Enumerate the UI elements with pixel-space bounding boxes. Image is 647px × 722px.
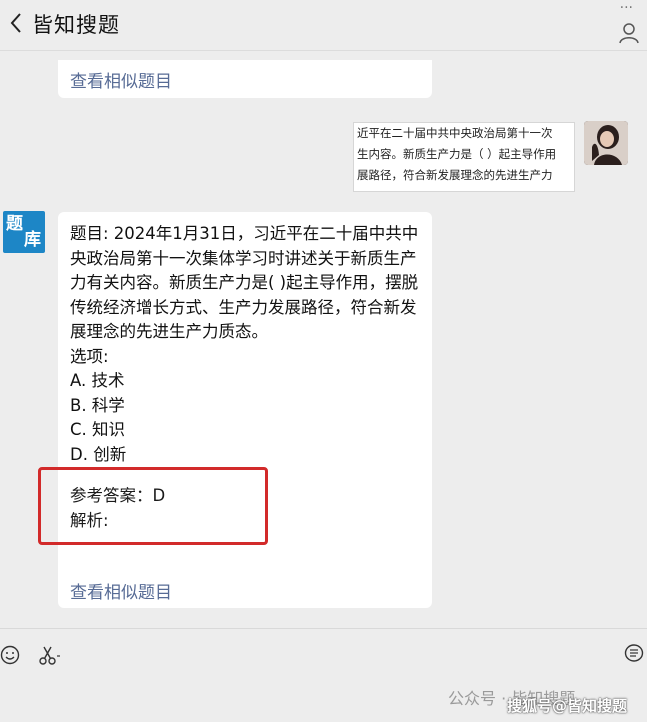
scissors-icon[interactable] [37,644,61,666]
highlight-box [38,467,268,545]
back-arrow-icon[interactable] [6,10,28,36]
image-text-line: 生内容。新质生产力是（ ）起主导作用 [357,147,557,161]
image-text-line: 展路径，符合新发展理念的先进生产力 [357,168,553,182]
options-label: 选项: [70,346,109,366]
chat-history-icon[interactable] [624,643,644,665]
input-toolbar: 公众号 · 皆知搜题 搜狐号@皆知搜题 [0,628,647,722]
question-text: 题目: 2024年1月31日，习近平在二十届中共中央政治局第十一次集体学习时讲述… [70,224,419,341]
option-a: A. 技术 [70,371,125,390]
more-dots-icon[interactable]: ··· [620,0,633,16]
chat-title: 皆知搜题 [32,13,120,37]
avatar-char: 题 [6,214,23,234]
chat-header: 皆知搜题 ··· [0,0,647,51]
option-b: B. 科学 [70,395,125,415]
person-icon[interactable] [619,22,639,44]
watermark-sohu: 搜狐号@皆知搜题 [507,697,628,715]
similar-questions-link[interactable]: 查看相似题目 [70,67,172,92]
option-d: D. 创新 [70,444,127,464]
option-c: C. 知识 [70,420,126,439]
answer-bubble: 题目: 2024年1月31日，习近平在二十届中共中央政治局第十一次集体学习时讲述… [58,212,432,608]
avatar-char: 库 [24,230,41,250]
previous-message-bubble: 查看相似题目 [58,60,432,98]
question-screenshot-image[interactable]: 近平在二十届中共中央政治局第十一次 生内容。新质生产力是（ ）起主导作用 展路径… [353,122,575,192]
emoji-icon[interactable] [0,645,20,665]
user-avatar[interactable] [584,121,628,165]
similar-questions-link[interactable]: 查看相似题目 [70,578,172,603]
bot-avatar[interactable]: 题 库 [3,211,45,253]
image-text-line: 近平在二十届中共中央政治局第十一次 [357,126,553,140]
